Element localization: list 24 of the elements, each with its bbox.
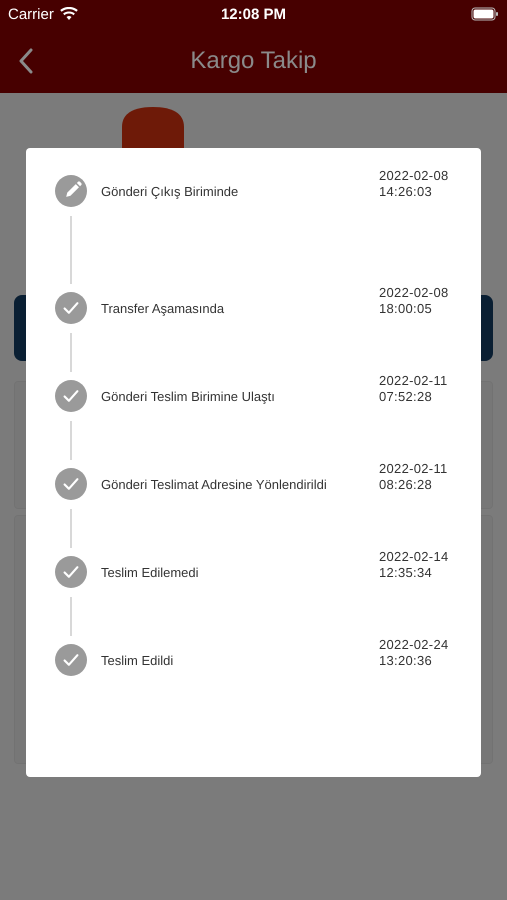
step-date: 2022-02-11 08:26:28 <box>379 461 449 493</box>
step-label: Teslim Edildi <box>101 652 174 670</box>
step-label: Teslim Edilemedi <box>101 564 200 582</box>
checkmark-icon <box>55 468 87 500</box>
carrier-label: Carrier <box>8 6 54 22</box>
pencil-icon <box>55 175 87 207</box>
step-date: 2022-02-24 13:20:36 <box>379 637 450 669</box>
page-title: Kargo Takip <box>190 46 317 74</box>
step-label: Gönderi Teslimat Adresine Yönlendirildi <box>101 476 328 494</box>
step-date: 2022-02-11 07:52:28 <box>379 373 449 405</box>
battery-icon <box>471 7 499 21</box>
checkmark-icon <box>55 644 87 676</box>
clock-time: 12:08 PM <box>220 6 286 22</box>
step-date: 2022-02-14 12:35:34 <box>379 549 450 581</box>
checkmark-icon <box>55 380 87 412</box>
step-label: Gönderi Teslim Birimine Ulaştı <box>101 388 276 406</box>
wifi-icon <box>60 7 78 21</box>
checkmark-icon <box>55 556 87 588</box>
checkmark-icon <box>55 292 87 324</box>
step-date: 2022-02-08 18:00:05 <box>379 285 450 317</box>
back-icon <box>18 48 34 74</box>
step-label: Transfer Aşamasında <box>101 300 226 318</box>
step-date: 2022-02-08 14:26:03 <box>379 168 450 200</box>
step-label: Gönderi Çıkış Biriminde <box>101 183 240 201</box>
